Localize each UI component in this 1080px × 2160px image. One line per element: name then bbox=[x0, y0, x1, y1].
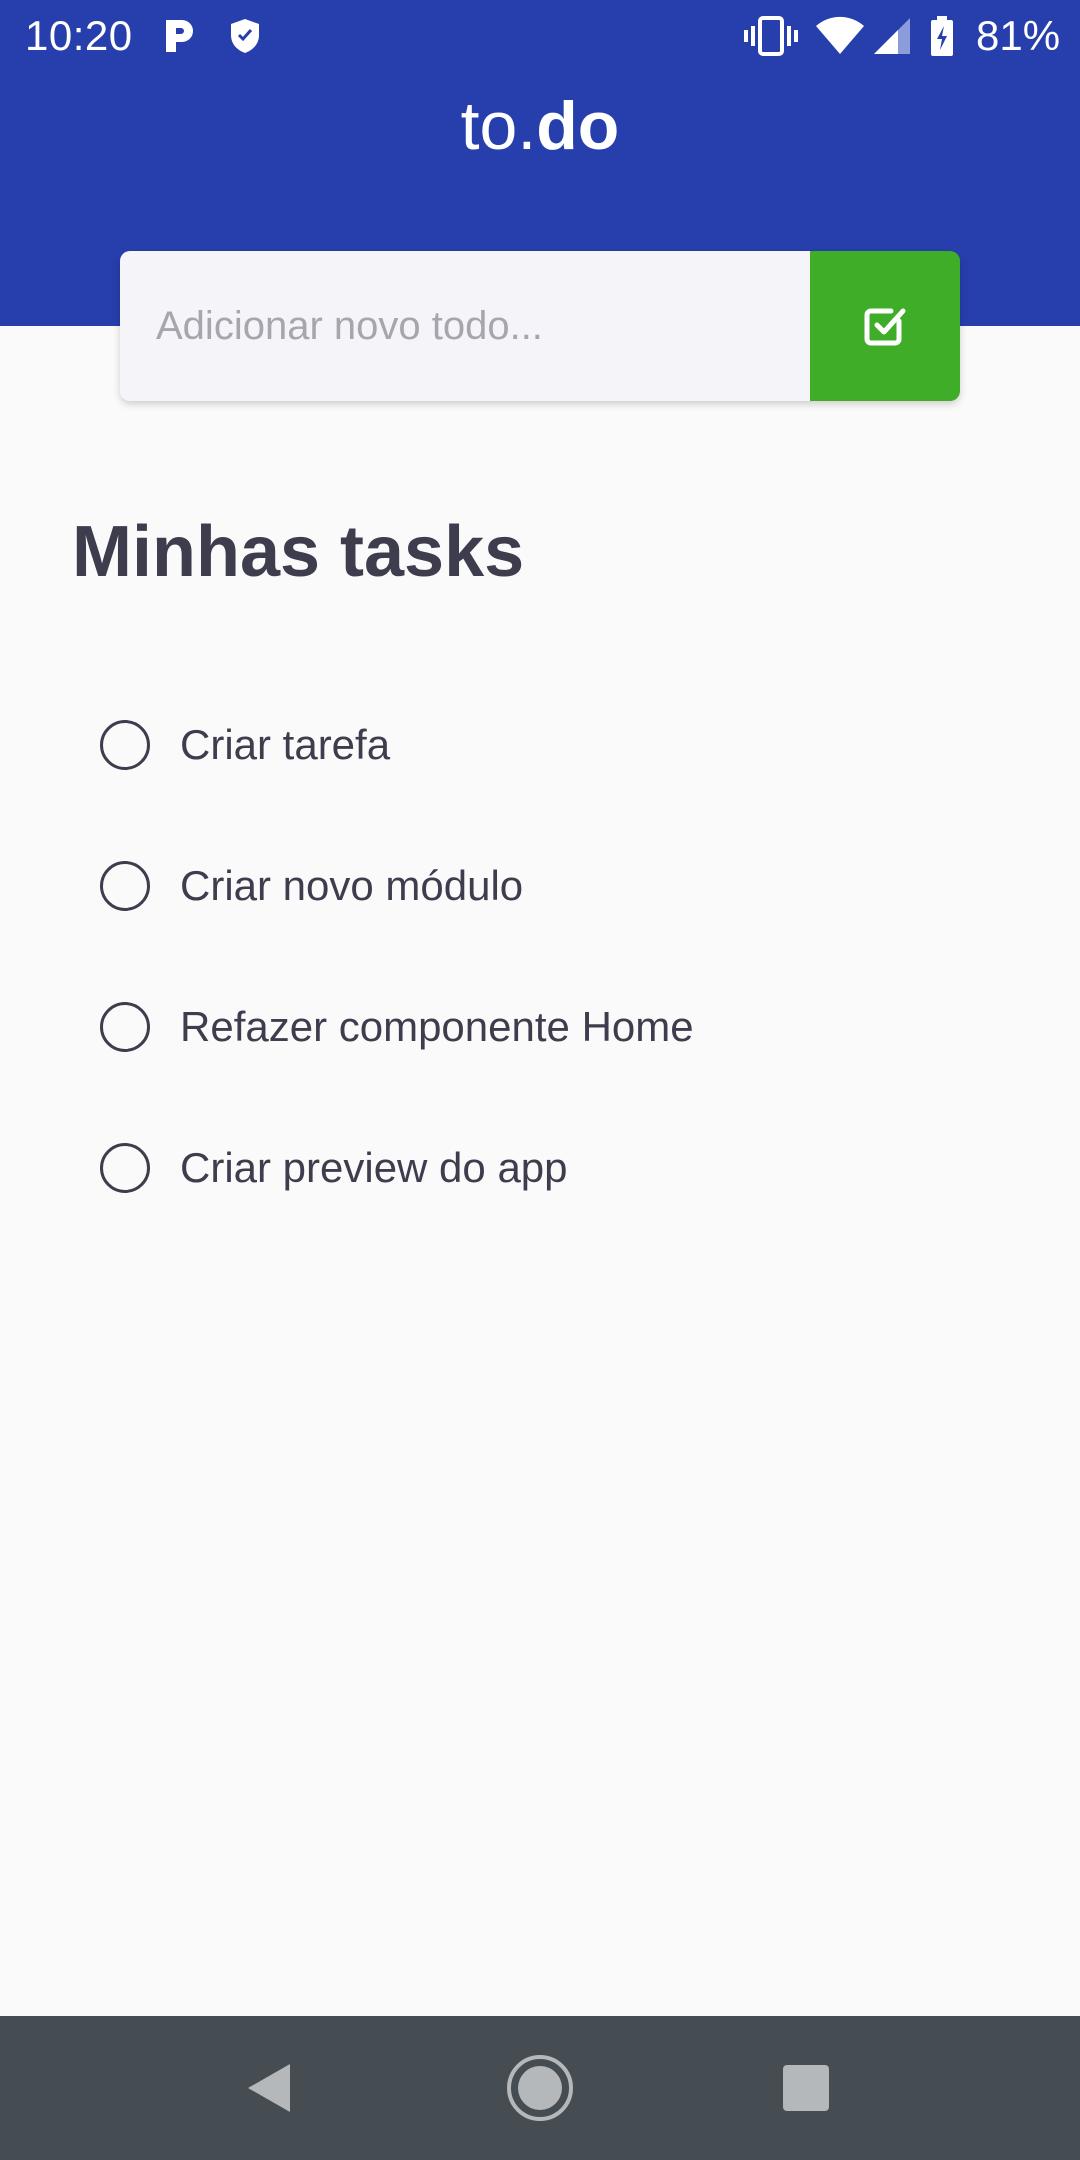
cell-signal-icon bbox=[870, 14, 914, 58]
task-item[interactable]: Criar tarefa bbox=[100, 695, 980, 795]
system-nav-bar bbox=[0, 2016, 1080, 2160]
wifi-icon bbox=[814, 14, 866, 58]
task-label: Criar preview do app bbox=[180, 1144, 568, 1191]
app-title-bold: do bbox=[536, 88, 620, 164]
add-todo-button[interactable] bbox=[810, 251, 960, 401]
task-item[interactable]: Criar novo módulo bbox=[100, 836, 980, 936]
new-todo-input[interactable] bbox=[120, 251, 810, 401]
new-todo-card bbox=[120, 251, 960, 401]
task-checkbox[interactable] bbox=[100, 720, 150, 770]
recents-icon[interactable] bbox=[770, 2052, 842, 2124]
status-bar: 10:20 81% bbox=[0, 0, 1080, 72]
vibrate-icon bbox=[744, 14, 798, 58]
tasks-title: Minhas tasks bbox=[72, 512, 525, 592]
app-title-light: to. bbox=[460, 88, 537, 164]
task-checkbox[interactable] bbox=[100, 1002, 150, 1052]
task-item[interactable]: Criar preview do app bbox=[100, 1118, 980, 1218]
checkbox-check-icon bbox=[859, 299, 911, 354]
back-icon[interactable] bbox=[234, 2052, 306, 2124]
task-label: Criar novo módulo bbox=[180, 862, 524, 909]
home-icon[interactable] bbox=[504, 2052, 576, 2124]
task-label: Criar tarefa bbox=[180, 721, 391, 768]
task-label: Refazer componente Home bbox=[180, 1003, 694, 1050]
app-screen: 10:20 81% to.do Adicionar novo todo... M… bbox=[0, 0, 1080, 2160]
battery-percentage: 81% bbox=[976, 12, 1061, 59]
app-title: to.do bbox=[0, 86, 1080, 166]
task-item[interactable]: Refazer componente Home bbox=[100, 977, 980, 1077]
task-checkbox[interactable] bbox=[100, 1143, 150, 1193]
shield-icon bbox=[226, 16, 264, 56]
parking-app-icon bbox=[160, 16, 198, 56]
task-checkbox[interactable] bbox=[100, 861, 150, 911]
battery-charging-icon bbox=[928, 14, 956, 58]
status-time: 10:20 bbox=[25, 12, 133, 59]
